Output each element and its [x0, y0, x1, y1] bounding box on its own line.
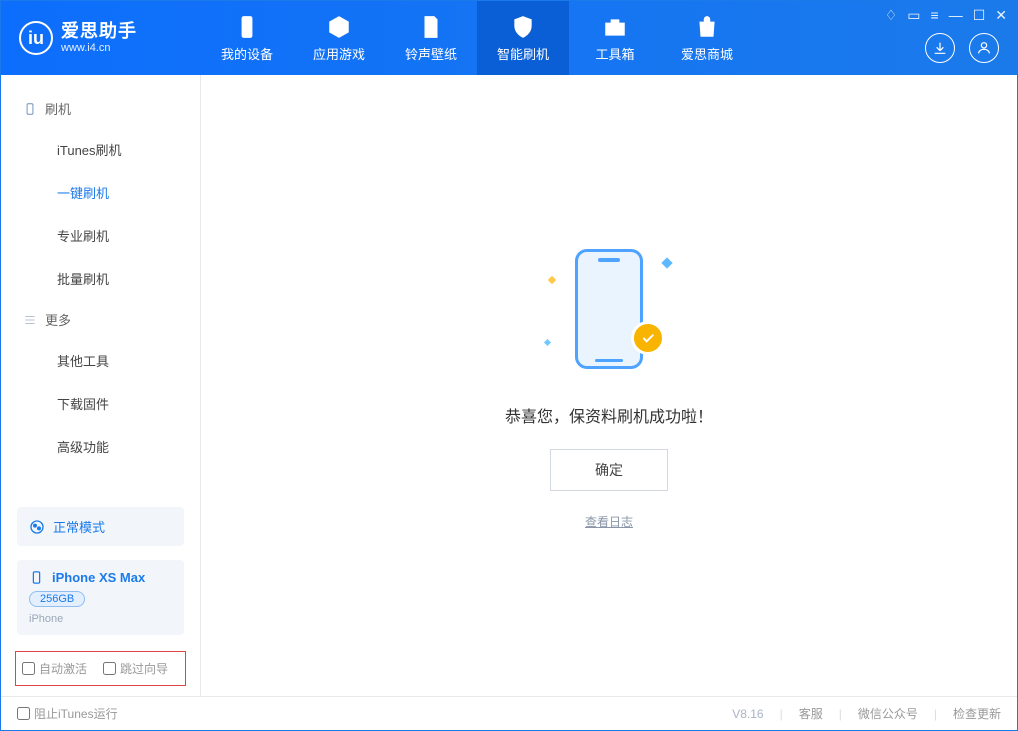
header-right-buttons: [925, 33, 999, 63]
spark-icon: [548, 276, 556, 284]
spark-icon: [661, 257, 672, 268]
app-name-en: www.i4.cn: [61, 42, 137, 54]
divider: |: [780, 707, 783, 721]
logo-icon: iu: [19, 21, 53, 55]
app-name-cn: 爱思助手: [61, 22, 137, 42]
device-storage: 256GB: [29, 591, 85, 607]
body: 刷机 iTunes刷机 一键刷机 专业刷机 批量刷机 更多 其他工具 下载固件 …: [1, 75, 1017, 696]
device-type: iPhone: [29, 613, 172, 625]
logo-text: 爱思助手 www.i4.cn: [61, 22, 137, 54]
shirt-icon[interactable]: ♢: [885, 7, 898, 24]
footer-right: V8.16 | 客服 | 微信公众号 | 检查更新: [732, 705, 1001, 722]
refresh-shield-icon: [510, 14, 536, 40]
auto-activate-label: 自动激活: [39, 660, 87, 677]
phone-small-icon: [29, 570, 44, 585]
menu-icon[interactable]: ≡: [931, 7, 939, 24]
sidebar-item-batch-flash[interactable]: 批量刷机: [1, 257, 200, 300]
device-name-row: iPhone XS Max: [29, 570, 172, 585]
music-file-icon: [418, 14, 444, 40]
prevent-itunes-label: 阻止iTunes运行: [34, 705, 118, 722]
skip-guide-label: 跳过向导: [120, 660, 168, 677]
tab-ringtones-wallpapers[interactable]: 铃声壁纸: [385, 1, 477, 75]
tab-label: 应用游戏: [313, 44, 365, 63]
sidebar-item-itunes-flash[interactable]: iTunes刷机: [1, 128, 200, 171]
divider: |: [934, 707, 937, 721]
sidebar-group-flash: 刷机: [1, 89, 200, 128]
spark-icon: [544, 339, 551, 346]
logo: iu 爱思助手 www.i4.cn: [1, 21, 201, 55]
tab-label: 我的设备: [221, 44, 273, 63]
auto-activate-input[interactable]: [22, 662, 35, 675]
mode-box[interactable]: 正常模式: [17, 507, 184, 546]
toolbox-icon: [602, 14, 628, 40]
customer-service-link[interactable]: 客服: [799, 705, 823, 722]
tab-apps-games[interactable]: 应用游戏: [293, 1, 385, 75]
skip-guide-checkbox[interactable]: 跳过向导: [103, 660, 168, 677]
layout-icon[interactable]: ▭: [907, 7, 920, 24]
success-illustration: [539, 241, 679, 381]
divider: |: [839, 707, 842, 721]
tab-label: 爱思商城: [681, 44, 733, 63]
sidebar-item-advanced[interactable]: 高级功能: [1, 425, 200, 468]
download-button[interactable]: [925, 33, 955, 63]
sidebar-spacer: [1, 468, 200, 497]
sidebar-group-more: 更多: [1, 300, 200, 339]
sidebar-item-onekey-flash[interactable]: 一键刷机: [1, 171, 200, 214]
group-title: 更多: [45, 310, 71, 329]
window-controls: ♢ ▭ ≡ — ☐ ✕: [885, 7, 1007, 24]
version-label: V8.16: [732, 707, 763, 721]
check-update-link[interactable]: 检查更新: [953, 705, 1001, 722]
sidebar-item-other-tools[interactable]: 其他工具: [1, 339, 200, 382]
auto-activate-checkbox[interactable]: 自动激活: [22, 660, 87, 677]
device-box[interactable]: iPhone XS Max 256GB iPhone: [17, 560, 184, 635]
phone-illustration: [575, 249, 643, 369]
tab-label: 智能刷机: [497, 44, 549, 63]
flash-options-row: 自动激活 跳过向导: [15, 651, 186, 686]
footer: 阻止iTunes运行 V8.16 | 客服 | 微信公众号 | 检查更新: [1, 696, 1017, 730]
cube-icon: [326, 14, 352, 40]
sidebar-item-pro-flash[interactable]: 专业刷机: [1, 214, 200, 257]
prevent-itunes-checkbox[interactable]: 阻止iTunes运行: [17, 705, 118, 722]
check-badge-icon: [631, 321, 665, 355]
header: iu 爱思助手 www.i4.cn 我的设备 应用游戏 铃声壁纸 智能刷机: [1, 1, 1017, 75]
view-log-link[interactable]: 查看日志: [585, 513, 633, 530]
phone-icon: [23, 102, 37, 116]
user-button[interactable]: [969, 33, 999, 63]
list-icon: [23, 313, 37, 327]
tab-label: 工具箱: [595, 44, 634, 63]
success-message: 恭喜您，保资料刷机成功啦！: [505, 403, 713, 427]
maximize-button[interactable]: ☐: [973, 7, 986, 24]
skip-guide-input[interactable]: [103, 662, 116, 675]
tab-label: 铃声壁纸: [405, 44, 457, 63]
tab-toolbox[interactable]: 工具箱: [569, 1, 661, 75]
tab-my-device[interactable]: 我的设备: [201, 1, 293, 75]
main-content: 恭喜您，保资料刷机成功啦！ 确定 查看日志: [201, 75, 1017, 696]
device-icon: [234, 14, 260, 40]
top-tabs: 我的设备 应用游戏 铃声壁纸 智能刷机 工具箱 爱思商城: [201, 1, 753, 75]
group-title: 刷机: [45, 99, 71, 118]
tab-store[interactable]: 爱思商城: [661, 1, 753, 75]
user-icon: [976, 40, 992, 56]
prevent-itunes-input[interactable]: [17, 707, 30, 720]
close-button[interactable]: ✕: [995, 7, 1007, 24]
download-icon: [932, 40, 948, 56]
wechat-link[interactable]: 微信公众号: [858, 705, 918, 722]
sidebar: 刷机 iTunes刷机 一键刷机 专业刷机 批量刷机 更多 其他工具 下载固件 …: [1, 75, 201, 696]
bag-icon: [694, 14, 720, 40]
mode-label: 正常模式: [53, 517, 105, 536]
device-name: iPhone XS Max: [52, 570, 145, 585]
minimize-button[interactable]: —: [949, 7, 963, 24]
tab-smart-flash[interactable]: 智能刷机: [477, 1, 569, 75]
check-icon: [640, 330, 656, 346]
app-window: iu 爱思助手 www.i4.cn 我的设备 应用游戏 铃声壁纸 智能刷机: [0, 0, 1018, 731]
ok-button[interactable]: 确定: [550, 449, 668, 491]
sidebar-item-download-firmware[interactable]: 下载固件: [1, 382, 200, 425]
mode-icon: [29, 519, 45, 535]
